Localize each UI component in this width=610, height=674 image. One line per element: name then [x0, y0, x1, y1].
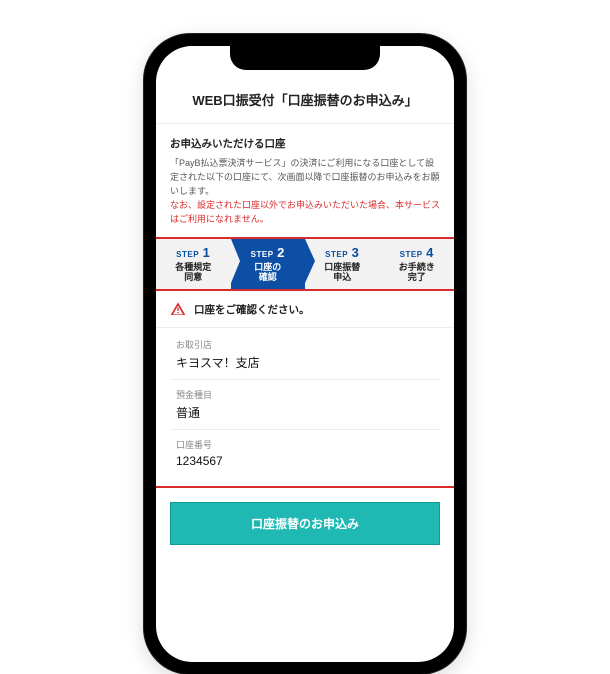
step-3: STEP 3 口座振替申込 — [305, 239, 380, 290]
app-content: WEB口振受付「口座振替のお申込み」 お申込みいただける口座 「PayB払込票決… — [156, 46, 454, 545]
field-account-number: 口座番号 1234567 — [170, 430, 440, 476]
alert-text: 口座をご確認ください。 — [194, 302, 310, 317]
section-heading: お申込みいただける口座 — [156, 124, 454, 157]
phone-frame: WEB口振受付「口座振替のお申込み」 お申込みいただける口座 「PayB払込票決… — [144, 34, 466, 674]
field-account-number-label: 口座番号 — [176, 438, 434, 451]
step-3-label: 口座振替申込 — [307, 262, 378, 284]
field-account-type: 預金種目 普通 — [170, 380, 440, 430]
field-branch: お取引店 キヨスマ！支店 — [170, 330, 440, 380]
account-fields: お取引店 キヨスマ！支店 預金種目 普通 口座番号 1234567 — [156, 328, 454, 488]
step-4-label: お手続き完了 — [382, 262, 453, 284]
phone-screen: WEB口振受付「口座振替のお申込み」 お申込みいただける口座 「PayB払込票決… — [156, 46, 454, 662]
step-4: STEP 4 お手続き完了 — [380, 239, 455, 290]
apply-button[interactable]: 口座振替のお申込み — [170, 502, 440, 545]
step-indicator: STEP 1 各種規定同意 STEP 2 口座の確認 STEP 3 口座振替申込… — [156, 237, 454, 292]
step-2: STEP 2 口座の確認 — [231, 239, 306, 290]
page-title: WEB口振受付「口座振替のお申込み」 — [156, 80, 454, 124]
field-branch-value: キヨスマ！支店 — [176, 354, 434, 371]
phone-notch — [230, 44, 380, 70]
description-block: 「PayB払込票決済サービス」の決済にご利用になる口座として設定された以下の口座… — [156, 157, 454, 231]
description-warning: なお、設定された口座以外でお申込みいただいた場合、本サービスはご利用になれません… — [170, 200, 440, 224]
step-2-label: 口座の確認 — [233, 262, 304, 284]
field-account-type-label: 預金種目 — [176, 388, 434, 401]
alert-row: 口座をご確認ください。 — [156, 291, 454, 328]
warning-icon — [170, 301, 186, 317]
field-account-number-value: 1234567 — [176, 454, 434, 468]
description-text: 「PayB払込票決済サービス」の決済にご利用になる口座として設定された以下の口座… — [170, 158, 440, 196]
step-1: STEP 1 各種規定同意 — [156, 239, 231, 290]
step-1-label: 各種規定同意 — [158, 262, 229, 284]
field-account-type-value: 普通 — [176, 404, 434, 421]
field-branch-label: お取引店 — [176, 338, 434, 351]
